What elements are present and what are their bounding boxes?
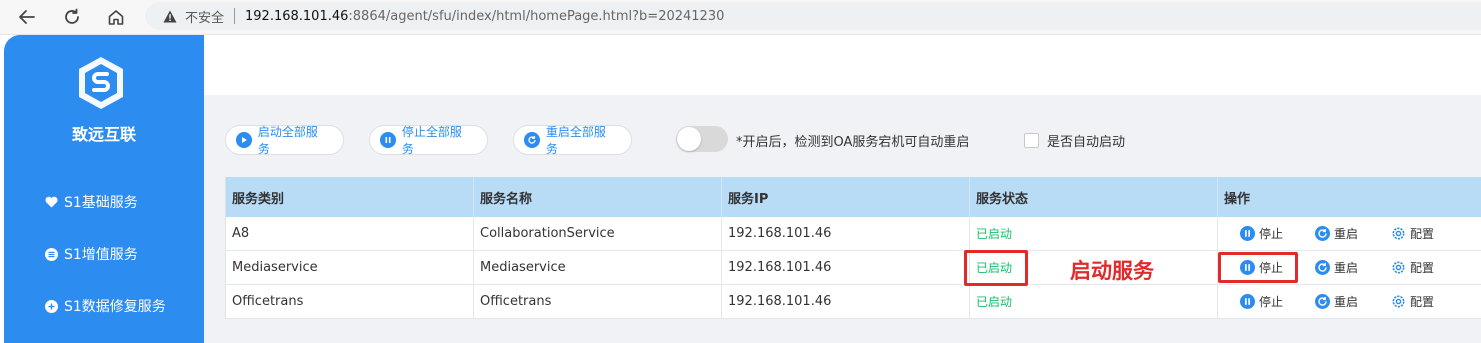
cell-status: 已启动: [970, 285, 1218, 318]
play-icon: [236, 132, 252, 148]
restart-all-button[interactable]: 重启全部服务: [513, 125, 632, 156]
cell-name: CollaborationService: [474, 217, 722, 250]
insecure-label: 不安全: [185, 10, 225, 26]
home-icon[interactable]: [104, 5, 128, 29]
sidebar-item-data-repair-service[interactable]: S1数据修复服务: [44, 296, 166, 316]
start-all-label: 启动全部服务: [257, 125, 318, 156]
heart-icon: [44, 195, 58, 209]
header-actions: 操作: [1224, 191, 1251, 207]
refresh-icon: [1315, 226, 1330, 241]
address-bar[interactable]: 不安全 192.168.101.46:8864/agent/sfu/index/…: [145, 2, 1481, 30]
sidebar-item-value-added-service[interactable]: S1增值服务: [44, 244, 138, 264]
auto-start-label: 是否自动启动: [1047, 135, 1126, 150]
stop-label: 停止: [1259, 295, 1284, 309]
main-header: [204, 35, 1481, 95]
restart-label: 重启: [1334, 295, 1359, 309]
cell-actions: 停止 重启 配置: [1218, 285, 1481, 318]
config-button[interactable]: 配置: [1391, 293, 1434, 310]
table-header-row: 服务类别 服务名称 服务IP 服务状态 操作: [226, 177, 1481, 217]
warning-icon: [163, 9, 177, 23]
cell-ip: 192.168.101.46: [722, 251, 970, 284]
brand-name: 致远互联: [71, 125, 136, 144]
start-all-button[interactable]: 启动全部服务: [225, 125, 344, 156]
back-icon[interactable]: [15, 5, 39, 29]
url-host: 192.168.101.46: [245, 8, 349, 24]
cell-category: A8: [226, 217, 474, 250]
cell-category: Mediaservice: [226, 251, 474, 284]
cell-ip: 192.168.101.46: [722, 217, 970, 250]
pause-icon: [1240, 226, 1255, 241]
restart-label: 重启: [1334, 227, 1359, 241]
annotation-label: 启动服务: [1070, 259, 1154, 283]
cell-category: Officetrans: [226, 285, 474, 318]
toggle-knob: [677, 127, 701, 151]
auto-restart-toggle[interactable]: [676, 126, 728, 152]
sidebar: 致远互联 S1基础服务 S1增值服务 S1数据修复服务: [4, 35, 204, 343]
sidebar-item-label: S1数据修复服务: [64, 299, 166, 315]
restart-button[interactable]: 重启: [1315, 225, 1358, 242]
plus-icon: [44, 299, 58, 313]
restart-label: 重启: [1334, 261, 1359, 275]
list-icon: [44, 247, 58, 261]
cell-name: Officetrans: [474, 285, 722, 318]
table-row: A8 CollaborationService 192.168.101.46 已…: [226, 217, 1481, 251]
status-highlight-box: [964, 250, 1028, 286]
restart-button[interactable]: 重启: [1315, 259, 1358, 276]
address-divider: [234, 8, 236, 24]
stop-all-label: 停止全部服务: [401, 125, 462, 156]
sidebar-item-label: S1基础服务: [64, 195, 138, 211]
sidebar-item-basic-service[interactable]: S1基础服务: [44, 192, 138, 212]
stop-all-button[interactable]: 停止全部服务: [369, 125, 488, 156]
gear-icon: [1391, 294, 1406, 309]
auto-restart-description: *开启后，检测到OA服务宕机可自动重启: [736, 135, 970, 150]
shield-logo-icon: [76, 55, 126, 111]
stop-button[interactable]: 停止: [1240, 293, 1283, 310]
config-label: 配置: [1410, 295, 1435, 309]
refresh-icon: [1315, 294, 1330, 309]
gear-icon: [1391, 260, 1406, 275]
config-label: 配置: [1410, 227, 1435, 241]
stop-highlight-box: [1218, 252, 1298, 283]
sidebar-item-label: S1增值服务: [64, 247, 138, 263]
restart-button[interactable]: 重启: [1315, 293, 1358, 310]
url-path: :8864/agent/sfu/index/html/homePage.html…: [348, 8, 725, 24]
browser-toolbar: 不安全 192.168.101.46:8864/agent/sfu/index/…: [0, 0, 1481, 35]
services-table: 服务类别 服务名称 服务IP 服务状态 操作 A8 CollaborationS…: [225, 177, 1481, 319]
cell-ip: 192.168.101.46: [722, 285, 970, 318]
header-status: 服务状态: [970, 177, 1218, 217]
cell-status: 已启动: [970, 217, 1218, 250]
refresh-icon: [524, 132, 540, 148]
config-label: 配置: [1410, 261, 1435, 275]
header-name: 服务名称: [474, 177, 722, 217]
stop-label: 停止: [1259, 227, 1284, 241]
cell-name: Mediaservice: [474, 251, 722, 284]
restart-all-label: 重启全部服务: [545, 125, 606, 156]
header-category: 服务类别: [226, 177, 474, 217]
pause-icon: [380, 132, 396, 148]
refresh-icon: [1315, 260, 1330, 275]
header-ip: 服务IP: [722, 177, 970, 217]
auto-start-checkbox[interactable]: [1024, 133, 1039, 148]
config-button[interactable]: 配置: [1391, 259, 1434, 276]
pause-icon: [1240, 294, 1255, 309]
config-button[interactable]: 配置: [1391, 225, 1434, 242]
status-badge: 已启动: [976, 295, 1013, 309]
stop-button[interactable]: 停止: [1240, 225, 1283, 242]
gear-icon: [1391, 226, 1406, 241]
cell-actions: 停止 重启 配置: [1218, 217, 1481, 250]
reload-icon[interactable]: [60, 5, 84, 29]
status-badge: 已启动: [976, 227, 1013, 241]
table-row: Officetrans Officetrans 192.168.101.46 已…: [226, 285, 1481, 319]
